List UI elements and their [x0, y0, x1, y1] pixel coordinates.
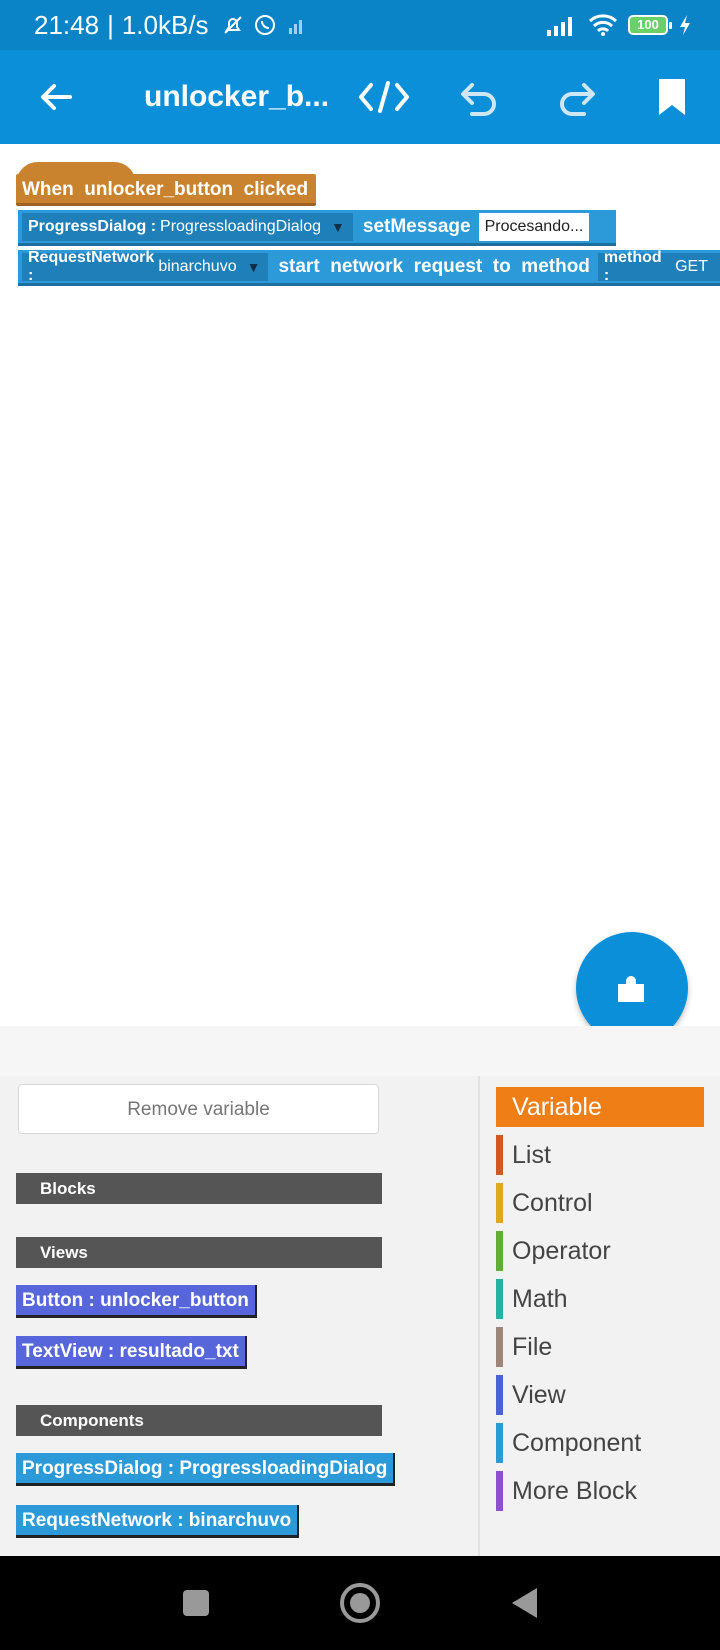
category-color-bar: [496, 1183, 503, 1223]
event-block[interactable]: When unlocker_button clicked: [16, 174, 317, 206]
palette-component-block[interactable]: ProgressDialog : ProgressloadingDialog: [16, 1453, 396, 1486]
wifi-icon: [588, 14, 618, 36]
charging-bolt-icon: [680, 15, 690, 35]
palette-view-block[interactable]: TextView : resultado_txt: [16, 1336, 247, 1369]
palette-view-block[interactable]: Button : unlocker_button: [16, 1285, 257, 1318]
component-name-label: binarchuvo: [158, 257, 237, 275]
category-color-bar: [496, 1279, 503, 1319]
bookmark-icon: [659, 79, 685, 115]
remove-variable-button[interactable]: Remove variable: [18, 1084, 379, 1134]
status-separator: |: [107, 9, 114, 40]
redo-icon: [560, 83, 595, 116]
recents-button[interactable]: [170, 1556, 222, 1650]
component-type-label: ProgressDialog :: [28, 217, 157, 235]
category-label: List: [512, 1141, 551, 1169]
section-components-header: Components: [16, 1405, 382, 1436]
whatsapp-icon: [254, 15, 275, 35]
status-left: 21:48 | 1.0kB/s: [34, 10, 307, 41]
event-block-label: When unlocker_button clicked: [22, 179, 309, 200]
category-label: Component: [512, 1429, 642, 1457]
back-arrow-icon: [41, 84, 72, 110]
palette-divider: [478, 1076, 480, 1556]
category-label: File: [512, 1333, 553, 1361]
category-item-more-block[interactable]: More Block: [496, 1471, 704, 1511]
category-label: Math: [512, 1285, 568, 1313]
category-color-bar: [496, 1375, 503, 1415]
category-label: More Block: [512, 1477, 638, 1505]
section-blocks-header: Blocks: [16, 1173, 382, 1204]
battery-icon: 100: [628, 15, 672, 35]
no-sim-signal-icon: [288, 20, 302, 34]
dropdown-caret-icon: ▼: [246, 258, 261, 275]
category-item-control[interactable]: Control: [496, 1183, 704, 1223]
block-palette: Remove variable Blocks Views Button : un…: [0, 1076, 720, 1556]
system-nav-bar: [0, 1556, 720, 1650]
component-selector[interactable]: RequestNetwork : binarchuvo ▼: [22, 249, 269, 284]
section-views-header: Views: [16, 1237, 382, 1268]
status-speed: 1.0kB/s: [121, 9, 209, 40]
redo-button[interactable]: [546, 50, 606, 144]
page-title: unlocker_b...: [144, 80, 330, 113]
param-label: method :: [603, 248, 662, 284]
status-time: 21:48: [34, 9, 100, 40]
back-button[interactable]: [24, 50, 88, 144]
category-item-operator[interactable]: Operator: [496, 1231, 704, 1271]
progressdialog-setmessage-block[interactable]: ProgressDialog : ProgressloadingDialog ▼…: [18, 210, 616, 246]
category-item-list[interactable]: List: [496, 1135, 704, 1175]
requestnetwork-start-block[interactable]: RequestNetwork : binarchuvo ▼ start netw…: [18, 249, 720, 286]
dropdown-caret-icon: ▼: [331, 218, 345, 235]
category-label: View: [512, 1381, 566, 1409]
category-item-math[interactable]: Math: [496, 1279, 704, 1319]
back-nav-button[interactable]: [500, 1556, 548, 1650]
category-color-bar: [496, 1327, 503, 1367]
category-list: Variable List Control Operator Math File View C…: [496, 1087, 704, 1519]
status-right: 100: [546, 13, 692, 37]
palette-header-strip: [0, 1026, 720, 1076]
category-label: Operator: [512, 1237, 611, 1265]
category-color-bar: [496, 1423, 503, 1463]
undo-button[interactable]: [450, 50, 510, 144]
app-toolbar: unlocker_b...: [0, 50, 720, 144]
square-icon: [183, 1590, 209, 1616]
category-label: Variable: [512, 1093, 602, 1121]
category-color-bar: [496, 1231, 503, 1271]
param-value: GET: [675, 257, 708, 275]
puzzle-piece-icon: [618, 976, 644, 1002]
component-name-label: ProgressloadingDialog: [160, 217, 322, 235]
category-item-variable[interactable]: Variable: [496, 1087, 704, 1127]
code-icon: [359, 81, 409, 113]
message-value-field[interactable]: Procesando...: [478, 212, 590, 241]
muted-bell-icon: [223, 16, 242, 34]
palette-component-block[interactable]: RequestNetwork : binarchuvo: [16, 1505, 300, 1538]
status-bar: 21:48 | 1.0kB/s 100: [0, 0, 720, 50]
block-canvas[interactable]: When unlocker_button clicked ProgressDia…: [0, 144, 720, 1026]
home-button[interactable]: [336, 1556, 384, 1650]
circle-icon: [340, 1583, 380, 1623]
category-item-view[interactable]: View: [496, 1375, 704, 1415]
action-label: start network request to method: [278, 255, 590, 277]
component-type-label: RequestNetwork :: [28, 248, 155, 284]
bookmark-button[interactable]: [644, 50, 700, 144]
triangle-back-icon: [512, 1588, 537, 1618]
source-code-button[interactable]: [354, 50, 414, 144]
category-item-file[interactable]: File: [496, 1327, 704, 1367]
category-label: Control: [512, 1189, 593, 1217]
undo-icon: [461, 83, 496, 116]
method-param-selector[interactable]: method : GET: [597, 249, 720, 284]
category-item-component[interactable]: Component: [496, 1423, 704, 1463]
method-label: setMessage: [362, 215, 471, 237]
signal-icon: [547, 17, 572, 36]
category-color-bar: [496, 1471, 503, 1511]
component-selector[interactable]: ProgressDialog : ProgressloadingDialog ▼: [22, 212, 353, 241]
category-color-bar: [496, 1135, 503, 1175]
